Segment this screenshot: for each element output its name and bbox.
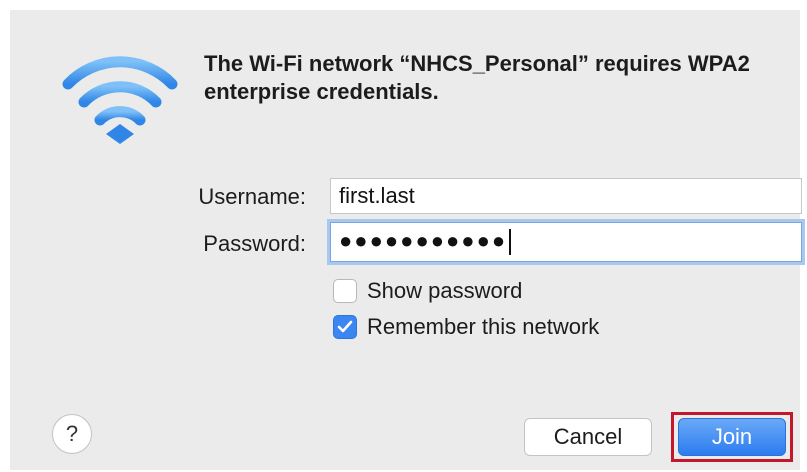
- password-label: Password:: [203, 231, 306, 256]
- join-highlight-box: Join: [671, 412, 793, 462]
- cancel-button[interactable]: Cancel: [524, 418, 652, 456]
- password-masked-value: ●●●●●●●●●●●: [339, 228, 508, 253]
- username-field[interactable]: first.last: [330, 178, 802, 214]
- show-password-checkbox[interactable]: [333, 279, 357, 303]
- wifi-credentials-dialog: The Wi-Fi network “NHCS_Personal” requir…: [10, 10, 802, 470]
- password-field[interactable]: ●●●●●●●●●●●: [330, 222, 802, 262]
- checkmark-icon: [337, 320, 353, 333]
- help-button[interactable]: ?: [52, 414, 92, 454]
- show-password-label: Show password: [367, 278, 523, 303]
- help-icon: ?: [65, 421, 79, 446]
- remember-network-label: Remember this network: [367, 314, 600, 339]
- text-caret: [509, 229, 512, 255]
- username-label: Username:: [198, 184, 306, 209]
- remember-network-checkbox[interactable]: [333, 315, 357, 339]
- wifi-icon: [62, 56, 178, 144]
- show-password-option[interactable]: Show password: [333, 278, 522, 304]
- join-button[interactable]: Join: [678, 418, 786, 456]
- username-value: first.last: [339, 183, 415, 208]
- dialog-title: The Wi-Fi network “NHCS_Personal” requir…: [204, 51, 750, 104]
- remember-network-option[interactable]: Remember this network: [333, 314, 599, 340]
